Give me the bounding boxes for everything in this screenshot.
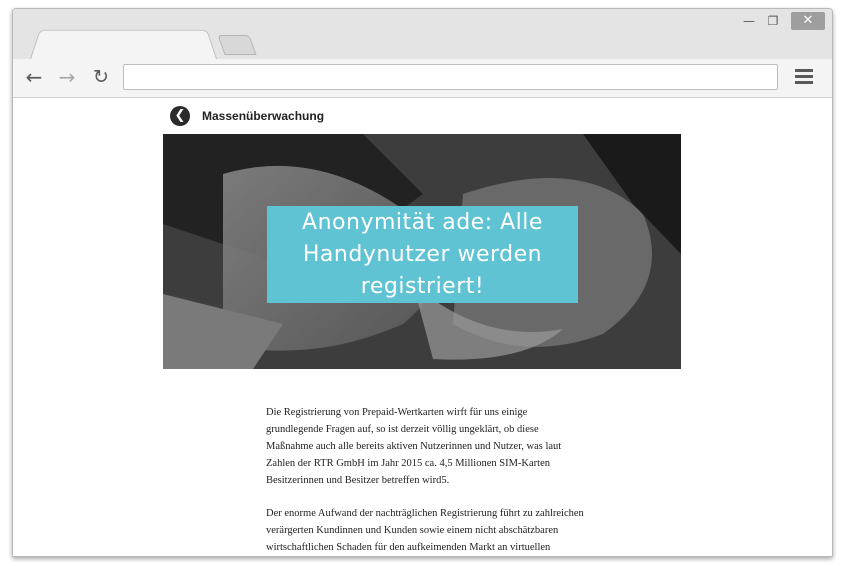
close-icon[interactable]: ✕ (791, 12, 825, 30)
hero-image: Anonymität ade: Alle Handynutzer werden … (163, 134, 681, 369)
forward-arrow-icon[interactable]: → (55, 64, 79, 90)
back-arrow-icon[interactable]: ← (22, 64, 46, 90)
browser-window: — ❐ ✕ ← → ↻ ❮ Massenüberwachung Anonymit… (12, 8, 833, 557)
maximize-icon[interactable]: ❐ (765, 12, 781, 30)
minimize-icon[interactable]: — (741, 12, 757, 30)
chevron-left-icon[interactable]: ❮ (170, 106, 190, 126)
title-bar: — ❐ ✕ (13, 9, 832, 62)
tab-active[interactable] (29, 29, 218, 62)
article-body: Die Registrierung von Prepaid-Wertkarten… (266, 404, 584, 556)
new-tab-button[interactable] (217, 35, 257, 55)
menu-icon[interactable] (795, 69, 813, 85)
article-paragraph: Der enorme Aufwand der nachträglichen Re… (266, 508, 584, 553)
headline-banner: Anonymität ade: Alle Handynutzer werden … (267, 206, 578, 303)
reload-icon[interactable]: ↻ (89, 64, 113, 90)
section-title: Massenüberwachung (202, 109, 325, 123)
page-header: ❮ Massenüberwachung (170, 104, 324, 128)
page-viewport: ❮ Massenüberwachung Anonymität ade: Alle… (13, 98, 832, 556)
article-paragraph: Die Registrierung von Prepaid-Wertkarten… (266, 407, 562, 486)
address-bar[interactable] (123, 64, 778, 90)
toolbar: ← → ↻ (13, 59, 832, 98)
